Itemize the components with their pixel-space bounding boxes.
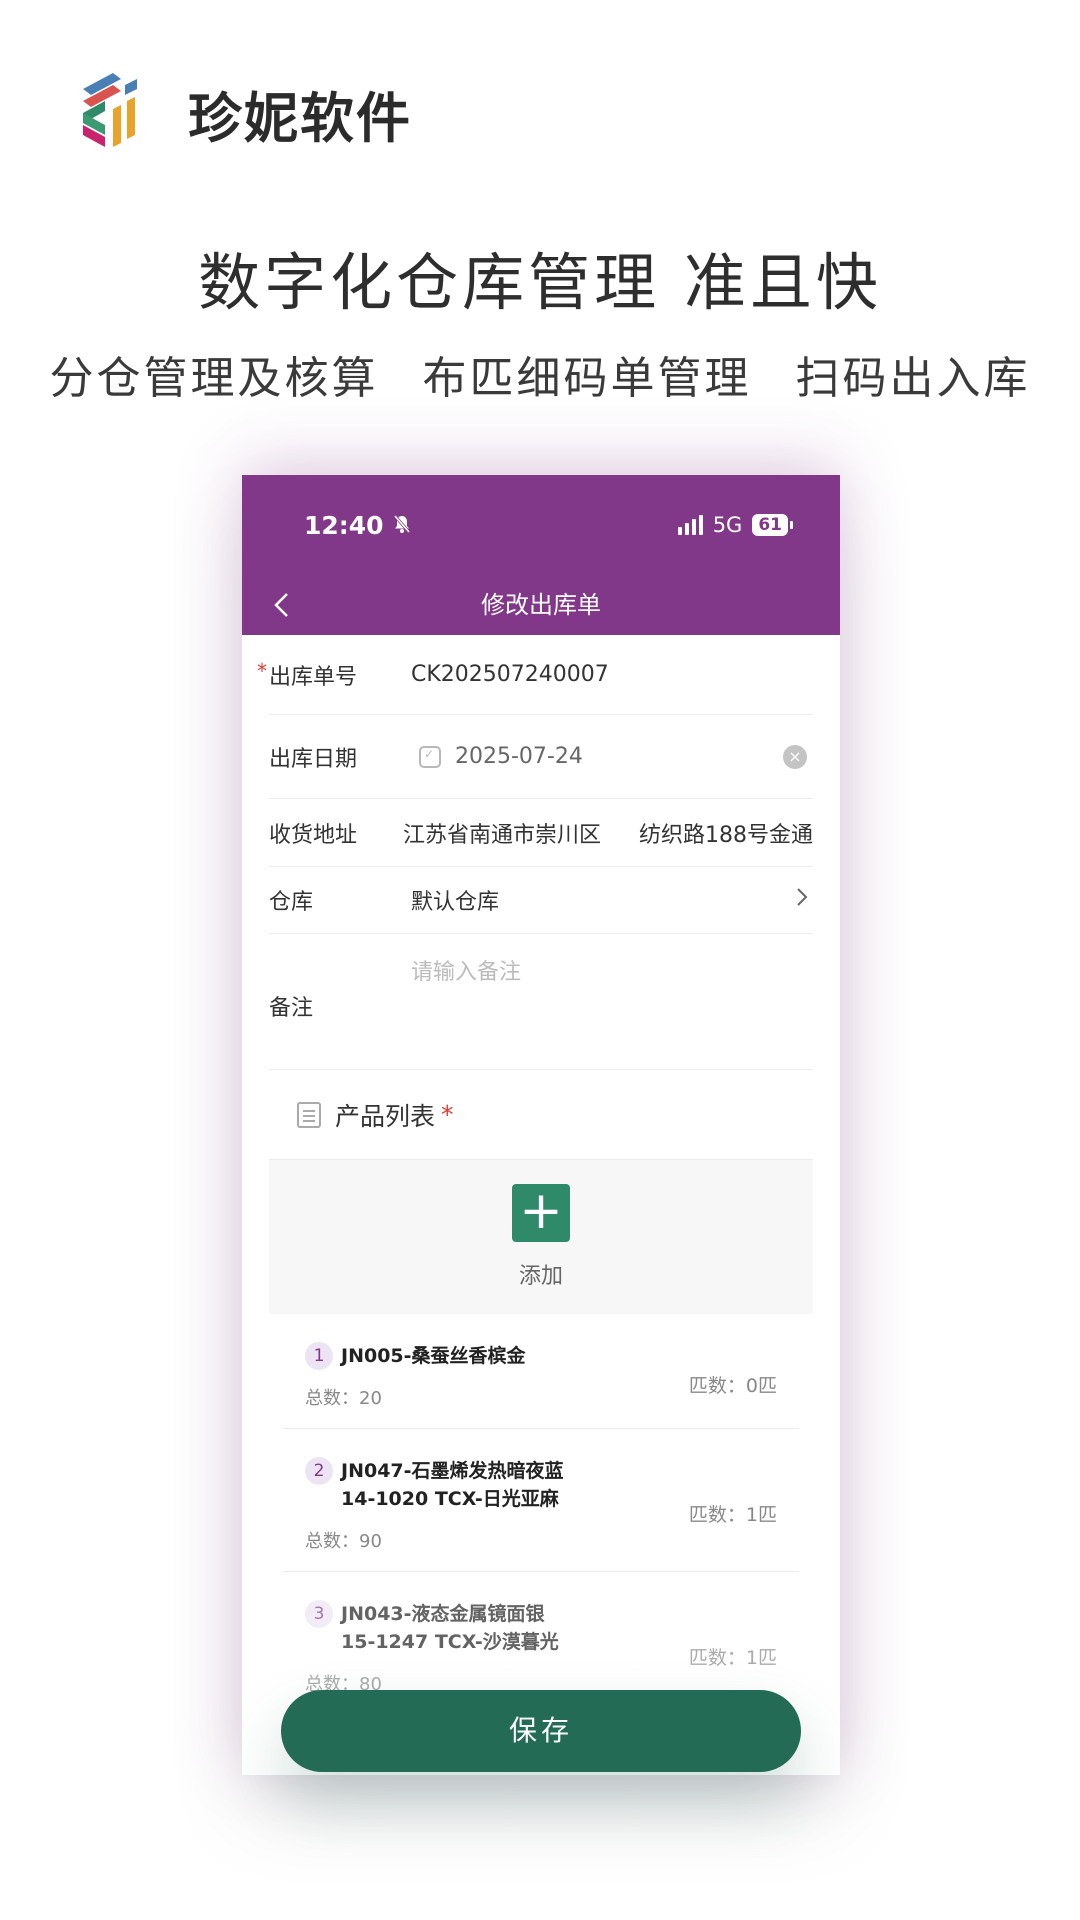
date-field[interactable]: 2025-07-24 ×	[411, 744, 813, 769]
address-part1: 江苏省南通市崇川区	[402, 822, 601, 848]
outbound-form: *出库单号 CK202507240007 出库日期 2025-07-24 × 收…	[242, 635, 840, 1715]
order-no-field[interactable]: CK202507240007	[411, 662, 813, 687]
chevron-right-icon	[795, 885, 809, 915]
status-time-text: 12:40	[304, 511, 384, 540]
status-bar: 12:40 5G 61	[242, 475, 840, 575]
status-indicators: 5G 61	[677, 513, 793, 537]
product-list-title: 产品列表	[335, 1101, 436, 1131]
product-item[interactable]: 2 JN047-石墨烯发热暗夜蓝 14-1020 TCX-日光亚麻 总数：90 …	[283, 1429, 799, 1572]
address-field[interactable]: 江苏省南通市崇川区 纺织路188号金通	[403, 817, 813, 849]
status-time: 12:40	[304, 511, 412, 540]
required-mark: *	[257, 658, 267, 683]
nav-bar: 修改出库单	[242, 575, 840, 635]
item-pieces: 匹数：1匹	[688, 1504, 777, 1526]
date-value: 2025-07-24	[455, 744, 583, 769]
item-total: 总数：90	[305, 1531, 382, 1552]
save-button[interactable]: 保存	[281, 1690, 801, 1772]
chevron-left-icon	[274, 593, 288, 617]
item-pieces: 匹数：0匹	[688, 1375, 777, 1397]
stacked-stripes-logo-icon	[65, 61, 170, 166]
address-row: 收货地址 江苏省南通市崇川区 纺织路188号金通	[269, 799, 813, 867]
date-row: 出库日期 2025-07-24 ×	[269, 715, 813, 799]
list-icon	[297, 1101, 321, 1128]
item-name-line2: 14-1020 TCX-日光亚麻	[341, 1488, 559, 1510]
item-index: 1	[305, 1342, 333, 1370]
signal-icon	[677, 515, 703, 535]
remark-input[interactable]: 请输入备注	[411, 934, 813, 986]
back-button[interactable]	[264, 587, 300, 623]
item-name: JN047-石墨烯发热暗夜蓝	[341, 1460, 564, 1482]
item-name: JN043-液态金属镜面银	[341, 1603, 545, 1625]
bell-slash-icon	[392, 511, 412, 540]
item-index: 2	[305, 1457, 333, 1485]
required-mark: *	[441, 1100, 454, 1129]
warehouse-row[interactable]: 仓库 默认仓库	[269, 867, 813, 934]
add-product-button[interactable]: +	[512, 1184, 570, 1242]
add-label: 添加	[518, 1264, 563, 1289]
item-name-line2: 15-1247 TCX-沙漠暮光	[341, 1631, 559, 1653]
feature-item: 布匹细码单管理	[422, 353, 752, 404]
brand-name: 珍妮软件	[188, 86, 412, 150]
remark-label: 备注	[269, 996, 314, 1021]
warehouse-value: 默认仓库	[411, 890, 500, 915]
address-part2: 纺织路188号金通	[639, 822, 813, 848]
clear-icon[interactable]: ×	[783, 744, 807, 769]
order-no-row: * 出库单号 CK202507240007	[257, 635, 813, 715]
address-label: 收货地址	[269, 822, 358, 848]
battery-icon: 61	[752, 514, 793, 536]
feature-item: 扫码出入库	[795, 353, 1031, 404]
item-name: JN005-桑蚕丝香槟金	[341, 1345, 526, 1367]
product-list-header: 产品列表 *	[269, 1070, 813, 1160]
product-items: 1 JN005-桑蚕丝香槟金 总数：20 匹数：0匹 2 JN047-石墨烯发热…	[269, 1314, 813, 1715]
add-product-area: + 添加	[269, 1160, 813, 1314]
order-no-label: 出库单号	[269, 664, 358, 690]
item-pieces: 匹数：1匹	[688, 1647, 777, 1669]
item-index: 3	[305, 1600, 333, 1628]
headline: 数字化仓库管理 准且快	[198, 246, 882, 319]
feature-item: 分仓管理及核算	[49, 353, 379, 404]
brand-header: 珍妮软件	[65, 58, 412, 168]
nav-title: 修改出库单	[481, 591, 601, 619]
remark-row: 备注 请输入备注	[269, 934, 813, 1070]
calendar-icon	[419, 745, 441, 768]
phone-screen: 12:40 5G 61 修改出库单 * 出库单号 CK202507240007 出…	[242, 475, 840, 1775]
date-label: 出库日期	[269, 746, 358, 772]
product-item[interactable]: 1 JN005-桑蚕丝香槟金 总数：20 匹数：0匹	[283, 1314, 799, 1429]
network-label: 5G	[712, 513, 743, 537]
warehouse-label: 仓库	[269, 890, 314, 915]
feature-list: 分仓管理及核算 布匹细码单管理 扫码出入库	[0, 342, 1080, 406]
